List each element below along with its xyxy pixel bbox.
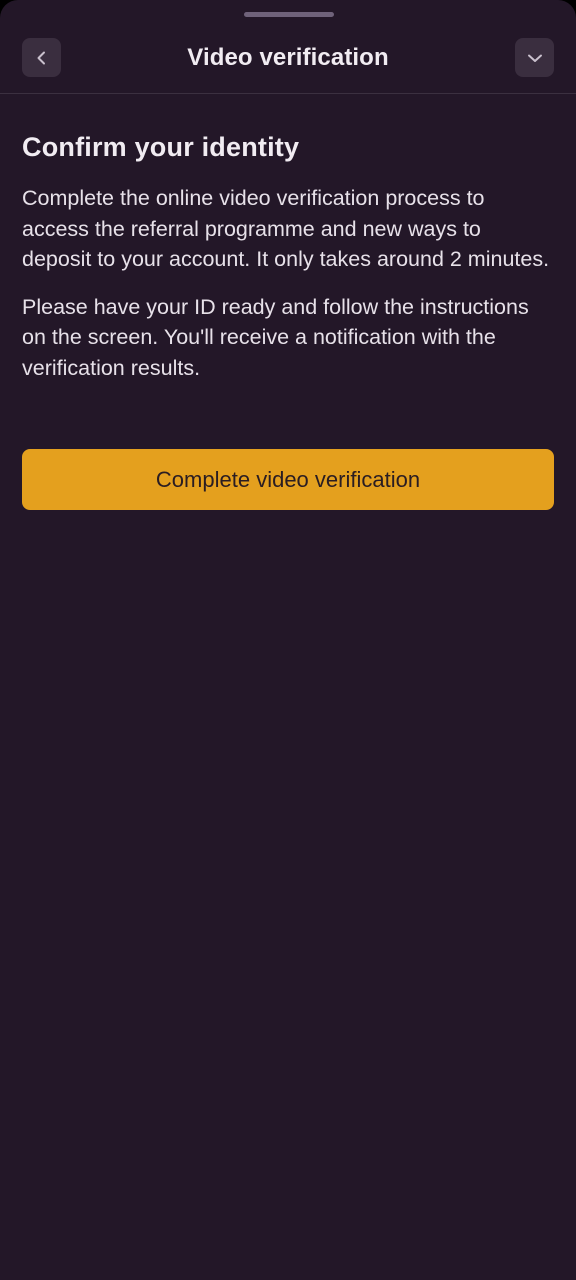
chevron-left-icon bbox=[34, 50, 50, 66]
description-paragraph: Complete the online video verification p… bbox=[22, 186, 550, 271]
back-button[interactable] bbox=[22, 38, 61, 77]
page-title: Video verification bbox=[187, 44, 389, 71]
main-content: Confirm your identity Complete the onlin… bbox=[22, 128, 554, 383]
instructions-paragraph: Please have your ID ready and follow the… bbox=[22, 294, 529, 380]
chevron-down-icon bbox=[526, 49, 544, 67]
header-divider bbox=[0, 93, 576, 94]
complete-video-verification-button[interactable]: Complete video verification bbox=[22, 449, 554, 510]
drag-handle[interactable] bbox=[244, 12, 334, 17]
bottom-sheet: Video verification Confirm your identity… bbox=[0, 0, 576, 1280]
header: Video verification bbox=[0, 38, 576, 78]
section-heading: Confirm your identity bbox=[22, 132, 300, 162]
collapse-button[interactable] bbox=[515, 38, 554, 77]
